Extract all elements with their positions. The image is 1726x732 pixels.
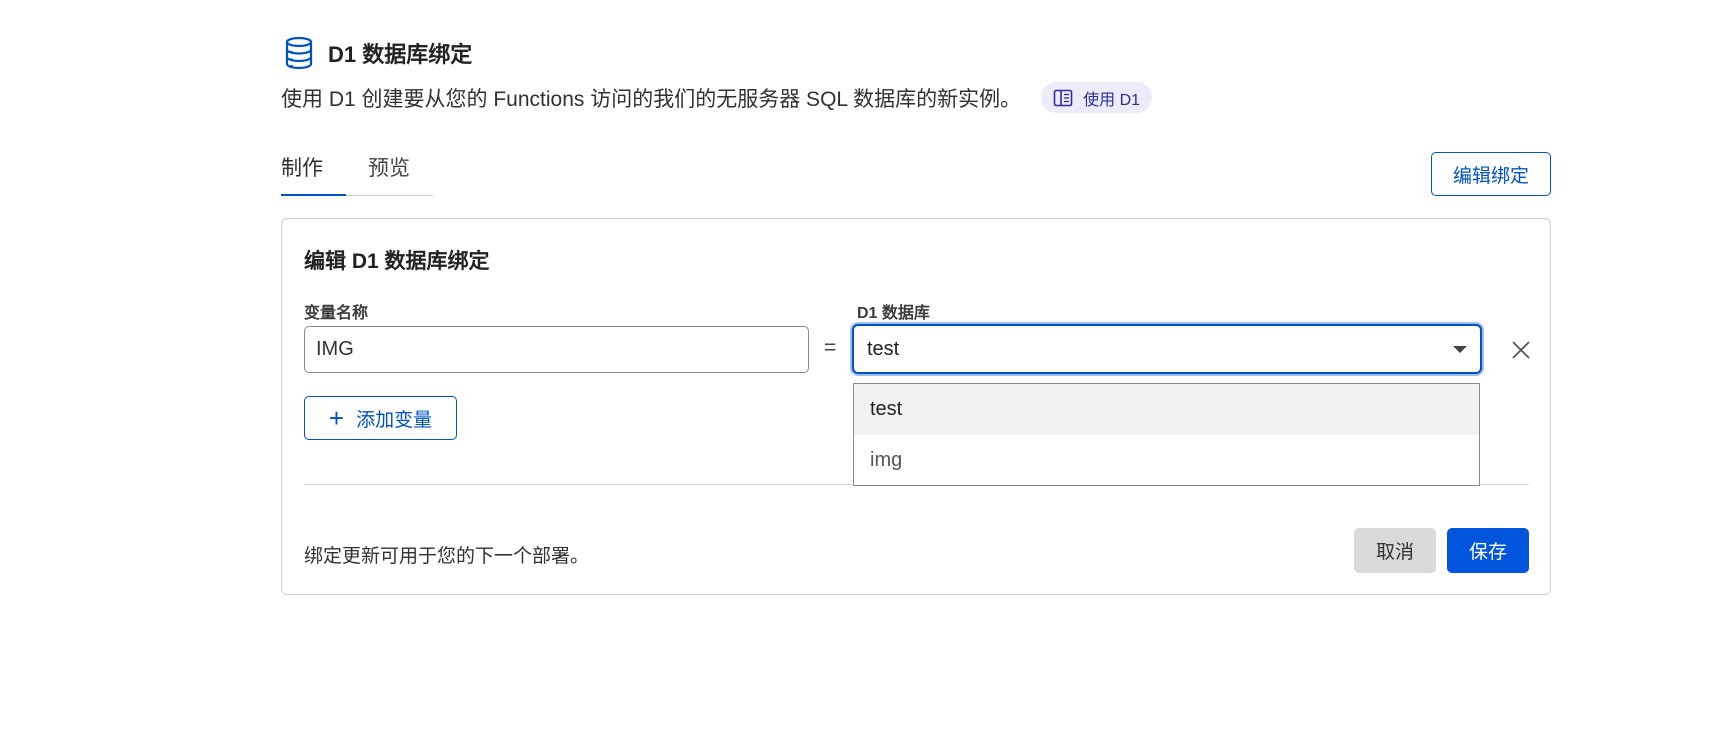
add-variable-label: 添加变量 — [356, 409, 433, 431]
database-selected-value: test — [867, 337, 900, 360]
database-icon — [283, 36, 315, 70]
footer-note: 绑定更新可用于您的下一个部署。 — [304, 546, 590, 567]
dropdown-option[interactable]: test — [854, 384, 1479, 435]
tab-preview[interactable]: 预览 — [368, 150, 410, 196]
tab-bar: 制作 预览 — [281, 150, 433, 196]
dropdown-option[interactable]: img — [854, 435, 1479, 486]
docs-link-label: 使用 D1 — [1083, 91, 1141, 109]
book-icon — [1053, 89, 1073, 107]
docs-link[interactable]: 使用 D1 — [1041, 82, 1153, 113]
save-button[interactable]: 保存 — [1447, 528, 1529, 573]
database-dropdown: test img — [853, 383, 1480, 486]
variable-name-input[interactable] — [304, 326, 809, 373]
page-description: 使用 D1 创建要从您的 Functions 访问的我们的无服务器 SQL 数据… — [281, 87, 1022, 111]
chevron-down-icon — [1453, 345, 1467, 353]
page-title: D1 数据库绑定 — [328, 42, 473, 67]
page-header: D1 数据库绑定 — [283, 36, 472, 70]
panel-title: 编辑 D1 数据库绑定 — [304, 250, 490, 273]
add-variable-button[interactable]: + 添加变量 — [304, 396, 457, 440]
cancel-button[interactable]: 取消 — [1354, 528, 1436, 573]
database-label: D1 数据库 — [857, 305, 930, 322]
edit-binding-panel: 编辑 D1 数据库绑定 变量名称 = D1 数据库 test test img … — [281, 218, 1551, 595]
equals-sign: = — [824, 336, 837, 359]
close-icon[interactable] — [1508, 337, 1534, 363]
page: D1 数据库绑定 使用 D1 创建要从您的 Functions 访问的我们的无服… — [0, 0, 1726, 732]
tab-build[interactable]: 制作 — [281, 150, 346, 196]
plus-icon: + — [328, 403, 345, 433]
database-select[interactable]: test — [852, 324, 1482, 374]
edit-binding-button[interactable]: 编辑绑定 — [1431, 152, 1551, 196]
description-row: 使用 D1 创建要从您的 Functions 访问的我们的无服务器 SQL 数据… — [281, 82, 1153, 113]
variable-name-label: 变量名称 — [304, 305, 369, 322]
